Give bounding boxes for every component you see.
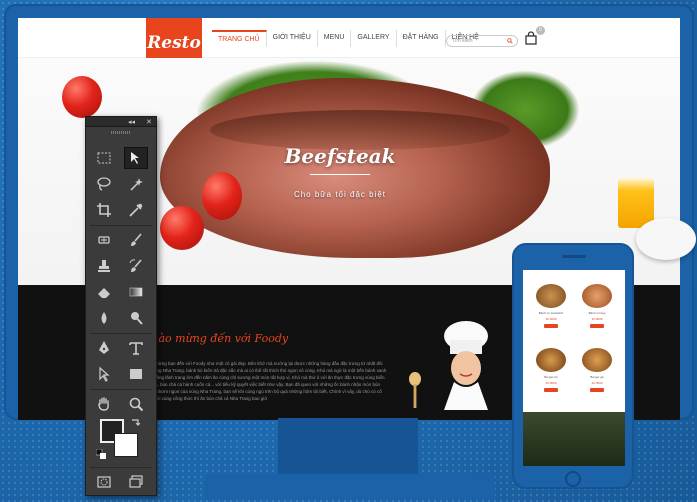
tool-separator: [90, 389, 152, 390]
search-icon[interactable]: [507, 38, 513, 44]
hero-subtitle: Cho bữa tối đặc biệt: [293, 190, 387, 199]
tomato-image: [160, 206, 204, 250]
move-icon[interactable]: [124, 147, 148, 169]
wooden-spoon-icon: [409, 372, 421, 408]
path-select-icon[interactable]: [92, 363, 116, 385]
add-to-cart-button[interactable]: [544, 388, 558, 392]
hero-divider: [310, 174, 370, 175]
mobile-product-card[interactable]: Bánh mì sandwich 35.000đ: [531, 284, 571, 340]
add-to-cart-button[interactable]: [590, 388, 604, 392]
panel-titlebar[interactable]: ◂◂ ✕: [86, 117, 156, 127]
eyedropper-icon[interactable]: [124, 199, 148, 221]
add-to-cart-button[interactable]: [590, 324, 604, 328]
nav-item-home[interactable]: TRANG CHỦ: [212, 30, 267, 47]
type-icon[interactable]: [124, 337, 148, 359]
magic-wand-icon[interactable]: [124, 173, 148, 195]
panel-grip[interactable]: [86, 128, 156, 136]
tomato-image: [202, 172, 242, 220]
product-name: Burger bò: [544, 375, 558, 379]
nav-item-gallery[interactable]: GALLERY: [351, 30, 397, 47]
mobile-product-card[interactable]: Burger bò 45.000đ: [531, 348, 571, 404]
chef-image: [444, 321, 488, 410]
hero-title: Beefsteak: [284, 144, 396, 168]
swap-colors-icon[interactable]: [130, 417, 140, 427]
monitor-stand-neck: [278, 418, 418, 476]
welcome-paragraph: Chào mừng bạn đến với Foody như một cô g…: [143, 361, 387, 401]
product-price: 32.000đ: [591, 317, 603, 321]
tool-separator: [90, 225, 152, 226]
product-image: [536, 348, 566, 372]
product-name: Bánh mì sandwich: [538, 311, 564, 315]
photoshop-tools-panel[interactable]: ◂◂ ✕: [85, 116, 157, 496]
product-image: [582, 284, 612, 308]
quick-mask-icon[interactable]: [92, 471, 116, 493]
nav-item-menu[interactable]: MENU: [318, 30, 352, 47]
product-price: 35.000đ: [545, 317, 557, 321]
default-colors-icon[interactable]: [96, 449, 106, 459]
history-brush-icon[interactable]: [124, 255, 148, 277]
product-name: Burger gà: [590, 375, 604, 379]
tomato-image: [62, 76, 102, 118]
healing-brush-icon[interactable]: [92, 229, 116, 251]
clone-stamp-icon[interactable]: [92, 255, 116, 277]
phone-speaker: [562, 255, 586, 258]
site-header: Resto TRANG CHỦ GIỚI THIỆU MENU GALLERY …: [18, 18, 680, 68]
mobile-product-card[interactable]: Burger gà 42.000đ: [577, 348, 617, 404]
collapse-panel-icon[interactable]: ◂◂: [128, 118, 135, 126]
screen-mode-icon[interactable]: [124, 471, 148, 493]
product-image: [582, 348, 612, 372]
product-name: Bánh mì kẹp: [588, 311, 606, 315]
close-panel-icon[interactable]: ✕: [146, 118, 152, 126]
nav-item-about[interactable]: GIỚI THIỆU: [267, 30, 318, 47]
welcome-heading: Chào mừng đến với Foody: [143, 332, 289, 345]
mobile-phone: Bánh mì sandwich 35.000đ Bánh mì kẹp 32.…: [512, 243, 634, 489]
gradient-icon[interactable]: [124, 281, 148, 303]
nav-item-order[interactable]: ĐẶT HÀNG: [397, 30, 446, 47]
product-image: [536, 284, 566, 308]
cart-count-badge: 0: [536, 26, 545, 35]
dodge-icon[interactable]: [124, 307, 148, 329]
mobile-footer: [523, 412, 625, 466]
pen-icon[interactable]: [92, 337, 116, 359]
tool-separator: [90, 333, 152, 334]
hand-icon[interactable]: [92, 393, 116, 415]
main-nav: TRANG CHỦ GIỚI THIỆU MENU GALLERY ĐẶT HÀ…: [212, 30, 485, 47]
plate-image: [636, 218, 696, 260]
brush-icon[interactable]: [124, 229, 148, 251]
phone-home-button[interactable]: [565, 471, 581, 487]
phone-screen: Bánh mì sandwich 35.000đ Bánh mì kẹp 32.…: [523, 270, 625, 466]
product-price: 42.000đ: [591, 381, 603, 385]
product-price: 45.000đ: [545, 381, 557, 385]
add-to-cart-button[interactable]: [544, 324, 558, 328]
marquee-icon[interactable]: [92, 147, 116, 169]
search-placeholder: Tìm kiếm: [452, 38, 473, 44]
steak-image: [160, 78, 550, 258]
search-input[interactable]: Tìm kiếm: [446, 35, 518, 47]
monitor-stand-base: [205, 474, 495, 500]
blur-icon[interactable]: [92, 307, 116, 329]
shape-icon[interactable]: [124, 363, 148, 385]
eraser-icon[interactable]: [92, 281, 116, 303]
mobile-product-card[interactable]: Bánh mì kẹp 32.000đ: [577, 284, 617, 340]
tool-separator: [90, 467, 152, 468]
background-color-swatch[interactable]: [114, 433, 138, 457]
crop-icon[interactable]: [92, 199, 116, 221]
lasso-icon[interactable]: [92, 173, 116, 195]
zoom-icon[interactable]: [124, 393, 148, 415]
